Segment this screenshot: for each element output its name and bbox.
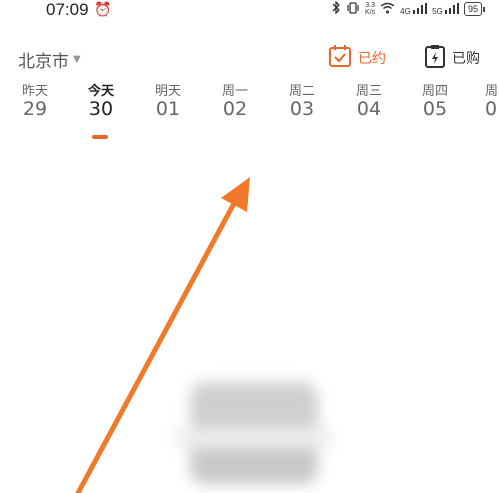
annotation-arrow-icon xyxy=(75,177,250,493)
